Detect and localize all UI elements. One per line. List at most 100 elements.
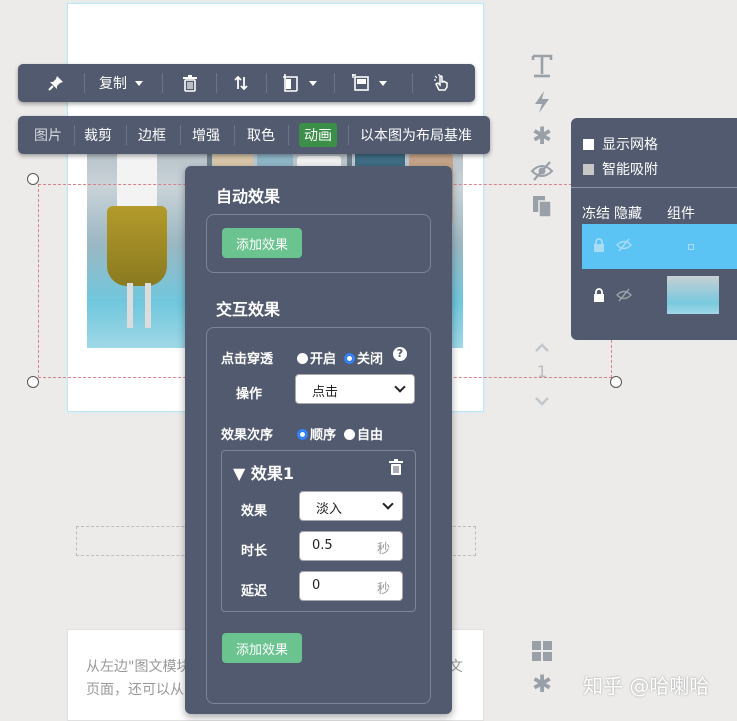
tab-layout-base[interactable]: 以本图为布局基准 [356,116,476,154]
image-toolbar: 复制 [18,64,475,102]
chevron-down-icon [394,381,406,393]
tab-border-label: 边框 [138,128,166,144]
delay-unit: 秒 [376,582,390,597]
tab-crop-label: 裁剪 [84,128,112,144]
eye-slash-icon[interactable] [530,160,554,187]
delay-label: 延迟 [241,584,268,599]
delete-button[interactable] [174,64,206,102]
layer-order-button[interactable] [224,64,258,102]
layer-thumbnail [667,276,719,314]
col-component: 组件 [667,206,695,222]
radio-off[interactable] [344,353,355,364]
tab-color-pick[interactable]: 取色 [243,116,279,154]
layer-row[interactable] [582,274,737,319]
question-icon[interactable]: ? [393,347,407,361]
trash-icon [183,75,197,92]
align-button[interactable] [274,64,324,102]
add-auto-effect-button[interactable]: 添加效果 [222,228,302,258]
chevron-down-icon [379,80,387,86]
image-tab-bar: 图片 裁剪 边框 增强 取色 动画 以本图为布局基准 [18,116,490,154]
eye-slash-icon[interactable] [616,238,632,252]
sort-arrows-icon [234,75,248,91]
tab-image[interactable]: 图片 [30,116,66,154]
click-through-on[interactable]: 开启 [297,348,336,367]
order-sequential[interactable]: 顺序 [297,424,336,443]
lock-icon[interactable] [593,288,605,302]
tab-layout-base-label: 以本图为布局基准 [360,128,472,144]
interaction-button[interactable] [424,64,460,102]
click-through-off[interactable]: 关闭 [344,348,383,367]
smart-snap-option[interactable]: 智能吸附 [583,159,658,179]
chevron-down-icon [135,80,143,86]
col-hide: 隐藏 [614,206,642,222]
pin-icon [48,76,63,91]
effects-panel: 自动效果 添加效果 交互效果 点击穿透 开启 关闭 ? 操作 点击 效果次序 顺… [185,166,452,714]
add-interactive-effect-button[interactable]: 添加效果 [222,633,302,663]
show-grid-option[interactable]: 显示网格 [583,134,658,154]
operation-value: 点击 [312,385,339,400]
copy-label: 复制 [99,76,127,92]
resize-handle-top-left[interactable] [27,173,39,185]
chevron-down-icon [309,80,317,86]
duration-value: 0.5 [312,538,333,553]
chevron-down-icon[interactable] [530,388,554,412]
chevron-up-icon[interactable] [530,334,554,358]
tab-animation-label: 动画 [299,123,337,147]
radio-sequential[interactable] [297,429,308,440]
delay-input[interactable]: 0秒 [299,571,403,601]
show-grid-checkbox[interactable] [583,139,594,150]
operation-select[interactable]: 点击 [295,374,415,404]
effect-value: 淡入 [316,502,343,517]
duration-input[interactable]: 0.5 秒 [299,531,403,561]
on-label: 开启 [310,352,337,367]
copy-icon[interactable] [530,194,554,223]
effect-1-title[interactable]: ▼ 效果1 [233,460,294,484]
delay-value: 0 [312,578,321,593]
radio-free[interactable] [344,429,355,440]
click-through-label: 点击穿透 [221,352,274,367]
duration-unit: 秒 [376,542,390,557]
smart-snap-checkbox[interactable] [583,164,594,175]
layer-row-selected[interactable] [582,224,737,269]
trash-icon[interactable] [388,458,404,476]
page-number: 1 [536,362,548,381]
copy-button[interactable]: 复制 [90,64,152,102]
watermark: 知乎 @哈喇哈 [583,674,710,698]
tab-enhance[interactable]: 增强 [188,116,224,154]
chevron-down-icon [382,498,394,510]
sequential-label: 顺序 [310,428,337,443]
size-icon [352,74,369,91]
tab-animation[interactable]: 动画 [296,116,340,154]
show-grid-label: 显示网格 [602,137,658,153]
duration-label: 时长 [241,544,268,559]
order-free[interactable]: 自由 [344,424,383,443]
resize-handle-bottom-right[interactable] [610,376,622,388]
empty-thumbnail [688,244,694,250]
effect-select[interactable]: 淡入 [299,491,403,521]
eye-slash-icon[interactable] [616,288,632,302]
smart-snap-label: 智能吸附 [602,162,658,178]
asterisk-icon[interactable]: ✱ [530,672,554,696]
radio-on[interactable] [297,353,308,364]
col-freeze: 冻结 [582,206,610,222]
effect-label: 效果 [241,504,268,519]
auto-effects-title: 自动效果 [216,187,281,206]
free-label: 自由 [357,428,384,443]
lightning-icon[interactable] [530,90,554,119]
tab-color-pick-label: 取色 [247,128,275,144]
layers-panel: 显示网格 智能吸附 冻结 隐藏 组件 [571,118,737,340]
lock-icon[interactable] [593,238,605,252]
size-button[interactable] [344,64,394,102]
hand-pointer-icon [434,74,448,91]
tab-image-label: 图片 [34,128,62,144]
interactive-effects-title: 交互效果 [216,300,281,319]
tab-border[interactable]: 边框 [134,116,170,154]
off-label: 关闭 [357,352,384,367]
tab-crop[interactable]: 裁剪 [80,116,116,154]
tab-enhance-label: 增强 [192,128,220,144]
text-icon[interactable] [530,54,554,83]
resize-handle-bottom-left[interactable] [27,376,39,388]
asterisk-icon[interactable]: ✱ [530,124,554,148]
grid-icon[interactable] [530,640,554,667]
pin-button[interactable] [36,64,76,102]
